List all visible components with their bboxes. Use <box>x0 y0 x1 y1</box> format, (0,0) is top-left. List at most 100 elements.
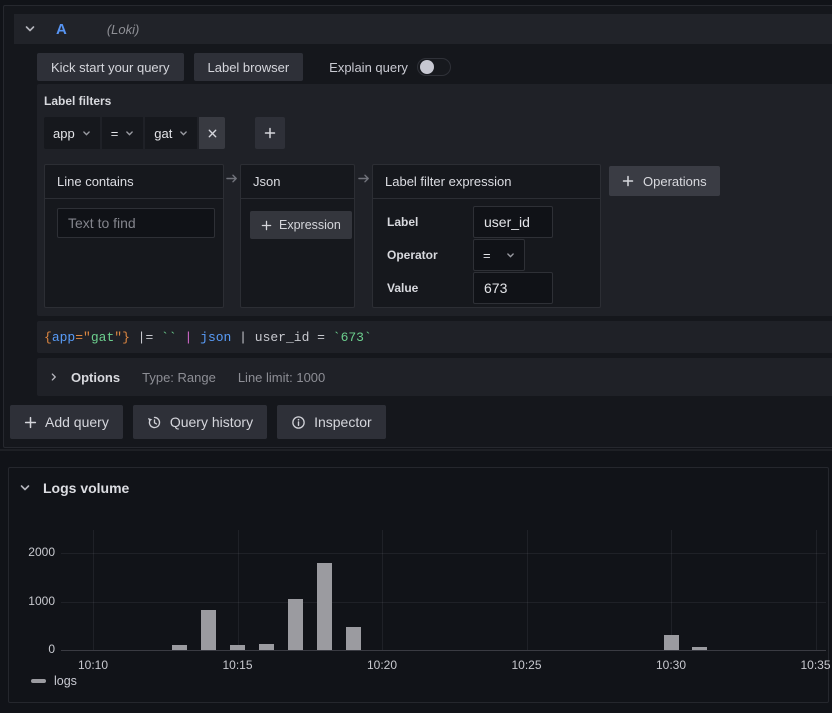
datasource-hint: (Loki) <box>107 22 140 37</box>
label-browser-button[interactable]: Label browser <box>194 53 304 81</box>
kick-start-query-button[interactable]: Kick start your query <box>37 53 184 81</box>
logs-volume-chart[interactable]: 01000200010:1010:1510:2010:2510:3010:35 <box>9 518 828 678</box>
query-token: json <box>200 330 231 345</box>
label-filter-row: app = gat <box>44 117 285 149</box>
query-editor-container: A (Loki) Kick start your query Label bro… <box>3 5 832 448</box>
operation-card-label-filter-expression: Label filter expression Label Operator =… <box>372 164 601 308</box>
v-gridline <box>382 530 383 650</box>
line-contains-input[interactable] <box>57 208 215 238</box>
remove-filter-button[interactable] <box>199 117 225 149</box>
section-divider <box>0 449 832 451</box>
volume-bar[interactable] <box>230 645 245 650</box>
field-label: Label <box>387 215 473 229</box>
add-operations-button[interactable]: Operations <box>609 166 720 196</box>
label-field-input[interactable] <box>473 206 553 238</box>
options-line-limit: Line limit: 1000 <box>238 370 325 385</box>
chevron-down-icon[interactable] <box>19 482 31 494</box>
query-token: gat <box>91 330 114 345</box>
chevron-down-icon <box>506 251 515 260</box>
operation-card-json: Json Expression <box>240 164 355 308</box>
query-token: = <box>309 330 332 345</box>
query-token: " <box>114 330 122 345</box>
y-tick-label: 2000 <box>13 545 55 559</box>
volume-bar[interactable] <box>201 610 216 650</box>
legend-item-logs[interactable]: logs <box>31 674 77 688</box>
volume-bar[interactable] <box>259 644 274 650</box>
operation-card-header[interactable]: Json <box>241 165 354 199</box>
close-icon <box>207 128 218 139</box>
x-axis-line <box>61 650 826 651</box>
chevron-right-icon[interactable] <box>49 372 59 382</box>
query-token: " <box>83 330 91 345</box>
v-gridline <box>238 530 239 650</box>
explore-actions: Add query Query history Inspector <box>10 405 386 439</box>
x-tick-label: 10:25 <box>497 658 557 672</box>
filter-label-value: app <box>53 126 75 141</box>
v-gridline <box>671 530 672 650</box>
query-token: `673` <box>333 330 372 345</box>
field-row-label: Label <box>387 207 553 237</box>
query-token: |= <box>130 330 161 345</box>
filter-operator-select[interactable]: = <box>102 117 144 149</box>
legend-series-dash <box>31 679 46 683</box>
filter-value-select[interactable]: gat <box>145 117 197 149</box>
chevron-down-icon[interactable] <box>24 23 36 35</box>
query-history-label: Query history <box>170 414 253 430</box>
operator-value: = <box>483 248 491 263</box>
operation-card-header[interactable]: Line contains <box>45 165 223 199</box>
add-expression-button[interactable]: Expression <box>250 211 352 239</box>
volume-bar[interactable] <box>692 647 707 650</box>
query-token <box>192 330 200 345</box>
v-gridline <box>816 530 817 650</box>
add-label-filter-button[interactable] <box>255 117 285 149</box>
add-query-label: Add query <box>45 414 109 430</box>
x-tick-label: 10:20 <box>352 658 412 672</box>
options-row[interactable]: Options Type: Range Line limit: 1000 <box>37 358 832 396</box>
y-tick-label: 1000 <box>13 594 55 608</box>
inspector-button[interactable]: Inspector <box>277 405 386 439</box>
chevron-down-icon <box>125 129 134 138</box>
query-token: } <box>122 330 130 345</box>
query-token <box>177 330 185 345</box>
info-circle-icon <box>291 415 306 430</box>
volume-bar[interactable] <box>317 563 332 650</box>
options-toggle-label[interactable]: Options <box>71 370 120 385</box>
volume-bar[interactable] <box>288 599 303 650</box>
query-token: = <box>75 330 83 345</box>
logs-volume-header[interactable]: Logs volume <box>19 480 129 496</box>
plus-icon <box>261 220 272 231</box>
filter-operator-value: = <box>111 126 119 141</box>
query-toolbar: Kick start your query Label browser Expl… <box>37 53 451 81</box>
operator-select[interactable]: = <box>473 239 525 271</box>
x-tick-label: 10:35 <box>786 658 832 672</box>
chevron-down-icon <box>179 129 188 138</box>
add-query-button[interactable]: Add query <box>10 405 123 439</box>
options-type: Type: Range <box>142 370 216 385</box>
arrow-right-icon <box>226 171 239 185</box>
volume-bar[interactable] <box>172 645 187 650</box>
query-row-header[interactable]: A (Loki) <box>14 14 832 44</box>
expression-button-label: Expression <box>279 218 341 232</box>
plus-icon <box>264 127 276 139</box>
explain-query-label: Explain query <box>329 60 408 75</box>
operation-card-line-contains: Line contains <box>44 164 224 308</box>
volume-bar[interactable] <box>664 635 679 650</box>
toggle-knob <box>420 60 434 74</box>
field-row-operator: Operator = <box>387 240 525 270</box>
query-preview-row: {app="gat"} |= `` | json | user_id = `67… <box>37 321 832 353</box>
volume-bar[interactable] <box>346 627 361 650</box>
operations-button-label: Operations <box>643 174 707 189</box>
x-tick-label: 10:30 <box>641 658 701 672</box>
filter-label-select[interactable]: app <box>44 117 100 149</box>
query-token: `` <box>161 330 177 345</box>
y-tick-label: 0 <box>13 642 55 656</box>
query-ref-id: A <box>56 21 67 38</box>
operation-card-header[interactable]: Label filter expression <box>373 165 600 199</box>
field-row-value: Value <box>387 273 553 303</box>
value-field-input[interactable] <box>473 272 553 304</box>
logs-volume-panel: Logs volume 01000200010:1010:1510:2010:2… <box>8 467 829 703</box>
explain-query-toggle[interactable] <box>417 58 451 76</box>
legend-series-label: logs <box>54 674 77 688</box>
query-builder-section: Label filters app = gat Line cont <box>37 84 832 316</box>
query-history-button[interactable]: Query history <box>133 405 267 439</box>
